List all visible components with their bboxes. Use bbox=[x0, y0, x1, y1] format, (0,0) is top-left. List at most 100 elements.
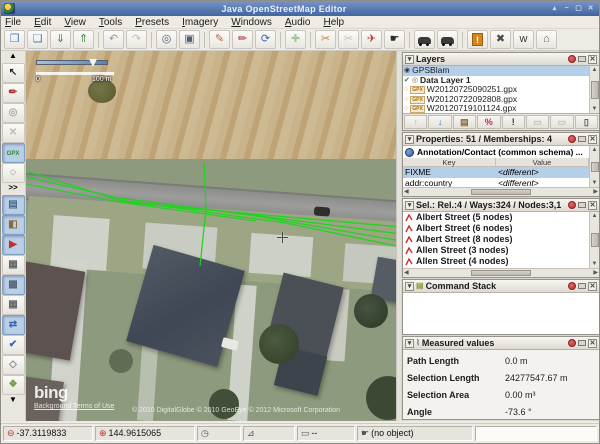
scroll-thumb[interactable] bbox=[471, 189, 531, 195]
menu-audio[interactable]: Audio bbox=[285, 17, 311, 28]
car-tool-2-button[interactable] bbox=[437, 30, 458, 49]
waterway-tool-button[interactable]: w bbox=[513, 30, 534, 49]
select-tool-button[interactable]: ↖ bbox=[2, 63, 25, 83]
marker-tool-button[interactable]: ✏ bbox=[232, 30, 253, 49]
collapse-icon[interactable]: ▾ bbox=[405, 339, 414, 348]
close-icon[interactable]: ✕ bbox=[588, 282, 597, 291]
download-data-button[interactable]: ⇓ bbox=[50, 30, 71, 49]
value-column-header[interactable]: Value bbox=[496, 158, 589, 166]
close-icon[interactable]: ✕ bbox=[588, 135, 597, 144]
combine-way-button[interactable]: ✂ bbox=[338, 30, 359, 49]
scroll-down-arrow-icon[interactable]: ▼ bbox=[592, 260, 598, 268]
delete-mode-button[interactable]: ✖ bbox=[490, 30, 511, 49]
zoom-slider-handle[interactable] bbox=[89, 59, 97, 67]
preferences-button[interactable]: ▣ bbox=[179, 30, 200, 49]
menu-help[interactable]: Help bbox=[323, 17, 344, 28]
toggle-layers-button[interactable]: ▤ bbox=[2, 195, 25, 215]
collapse-icon[interactable]: ▾ bbox=[405, 135, 414, 144]
toggle-filter-button[interactable]: ◇ bbox=[2, 355, 25, 375]
menu-view[interactable]: View bbox=[64, 17, 86, 28]
help-icon[interactable] bbox=[568, 339, 576, 347]
no-parking-button[interactable]: ! bbox=[467, 30, 488, 49]
toggle-validator-button[interactable]: ✔ bbox=[2, 335, 25, 355]
zoom-to-selection-button[interactable]: ◎ bbox=[156, 30, 177, 49]
title-bar[interactable]: Java OpenStreetMap Editor ▴ − ▢ ✕ bbox=[1, 1, 599, 16]
scroll-up-button[interactable]: ▲ bbox=[2, 51, 25, 63]
draw-node-tool-button[interactable]: ✏ bbox=[2, 83, 25, 103]
scroll-up-arrow-icon[interactable]: ▲ bbox=[592, 146, 598, 154]
scroll-up-arrow-icon[interactable]: ▲ bbox=[592, 66, 598, 74]
collapse-icon[interactable]: ▾ bbox=[405, 201, 414, 210]
selection-scrollbar[interactable]: ▲ ▼ bbox=[589, 212, 599, 268]
eye-icon[interactable]: ○ bbox=[404, 104, 408, 113]
scroll-left-arrow-icon[interactable]: ◀ bbox=[404, 188, 409, 196]
scroll-up-arrow-icon[interactable]: ▲ bbox=[592, 212, 598, 220]
more-tools-button[interactable]: >> bbox=[2, 183, 25, 195]
split-way-button[interactable]: ✂ bbox=[315, 30, 336, 49]
scroll-thumb[interactable] bbox=[591, 81, 599, 99]
help-icon[interactable] bbox=[568, 135, 576, 143]
layer-row-gpx[interactable]: ○ GPX W20120719101124.gpx bbox=[403, 104, 589, 113]
toggle-mappaint-button[interactable]: ❖ bbox=[2, 375, 25, 395]
pin-icon[interactable] bbox=[578, 56, 586, 62]
key-column-header[interactable]: Key bbox=[403, 158, 496, 166]
close-button[interactable]: ✕ bbox=[586, 4, 595, 13]
help-icon[interactable] bbox=[568, 282, 576, 290]
toggle-authors-button[interactable]: ▦ bbox=[2, 295, 25, 315]
pin-icon[interactable] bbox=[578, 136, 586, 142]
zoom-slider[interactable] bbox=[36, 60, 108, 65]
maximize-button[interactable]: ▢ bbox=[574, 4, 583, 13]
eye-icon[interactable]: ◉ bbox=[404, 66, 410, 76]
distribute-nodes-button[interactable]: ✈ bbox=[361, 30, 382, 49]
layer-delete-button[interactable]: ▯ bbox=[575, 115, 598, 129]
terrace-tool-button[interactable]: ⌂ bbox=[536, 30, 557, 49]
property-row[interactable]: FIXME <different> bbox=[403, 167, 589, 178]
selection-hscrollbar[interactable]: ◀ ▶ bbox=[403, 268, 599, 277]
layer-duplicate-button[interactable]: ▭ bbox=[526, 115, 549, 129]
scroll-thumb[interactable] bbox=[591, 233, 599, 247]
zoom-tool-button[interactable]: ◎ bbox=[2, 103, 25, 123]
eye-icon[interactable]: ○ bbox=[404, 85, 408, 95]
pin-icon[interactable] bbox=[578, 202, 586, 208]
eye-icon[interactable]: ○ bbox=[404, 95, 408, 105]
layer-down-button[interactable]: ↓ bbox=[428, 115, 451, 129]
help-icon[interactable] bbox=[568, 201, 576, 209]
selection-item[interactable]: Albert Street (8 nodes) bbox=[403, 234, 589, 245]
scroll-thumb[interactable] bbox=[471, 270, 531, 276]
layer-convert-button[interactable]: ▭ bbox=[550, 115, 573, 129]
save-button[interactable]: ❏ bbox=[27, 30, 48, 49]
shade-button[interactable]: ▴ bbox=[550, 4, 559, 13]
lasso-tool-button[interactable]: ◌ bbox=[2, 163, 25, 183]
scroll-down-button[interactable]: ▼ bbox=[2, 395, 25, 407]
scroll-right-arrow-icon[interactable]: ▶ bbox=[593, 269, 598, 277]
menu-imagery[interactable]: Imagery bbox=[182, 17, 218, 28]
layer-up-button[interactable]: ↑ bbox=[404, 115, 427, 129]
close-icon[interactable]: ✕ bbox=[588, 339, 597, 348]
collapse-icon[interactable]: ▾ bbox=[405, 55, 414, 64]
scroll-down-arrow-icon[interactable]: ▼ bbox=[592, 179, 598, 187]
map-view[interactable]: 0 100 m bing Background Terms of Use © 2… bbox=[26, 51, 396, 421]
scroll-right-arrow-icon[interactable]: ▶ bbox=[593, 188, 598, 196]
layers-scrollbar[interactable]: ▲ ▼ bbox=[589, 66, 599, 113]
delete-tool-button[interactable]: ✕ bbox=[2, 123, 25, 143]
layer-opacity-button[interactable]: % bbox=[477, 115, 500, 129]
menu-file[interactable]: File bbox=[5, 17, 21, 28]
redo-button[interactable]: ↷ bbox=[126, 30, 147, 49]
close-icon[interactable]: ✕ bbox=[588, 201, 597, 210]
scroll-left-arrow-icon[interactable]: ◀ bbox=[404, 269, 409, 277]
scroll-down-arrow-icon[interactable]: ▼ bbox=[592, 105, 598, 113]
toggle-conflict-button[interactable]: ▦ bbox=[2, 255, 25, 275]
close-icon[interactable]: ✕ bbox=[588, 55, 597, 64]
undo-button[interactable]: ↶ bbox=[103, 30, 124, 49]
toggle-properties-button[interactable]: ◧ bbox=[2, 215, 25, 235]
property-row[interactable]: addr:country <different> bbox=[403, 178, 589, 187]
preset-row[interactable]: Annotation/Contact (common schema) ... bbox=[403, 146, 589, 158]
help-icon[interactable] bbox=[568, 55, 576, 63]
selection-item[interactable]: Albert Street (6 nodes) bbox=[403, 223, 589, 234]
properties-scrollbar[interactable]: ▲ ▼ bbox=[589, 146, 599, 187]
toggle-command-stack-button[interactable]: ▩ bbox=[2, 275, 25, 295]
menu-windows[interactable]: Windows bbox=[231, 17, 272, 28]
scroll-thumb[interactable] bbox=[591, 162, 599, 172]
move-node-button[interactable]: ✚ bbox=[285, 30, 306, 49]
selection-item[interactable]: Albert Street (5 nodes) bbox=[403, 212, 589, 223]
